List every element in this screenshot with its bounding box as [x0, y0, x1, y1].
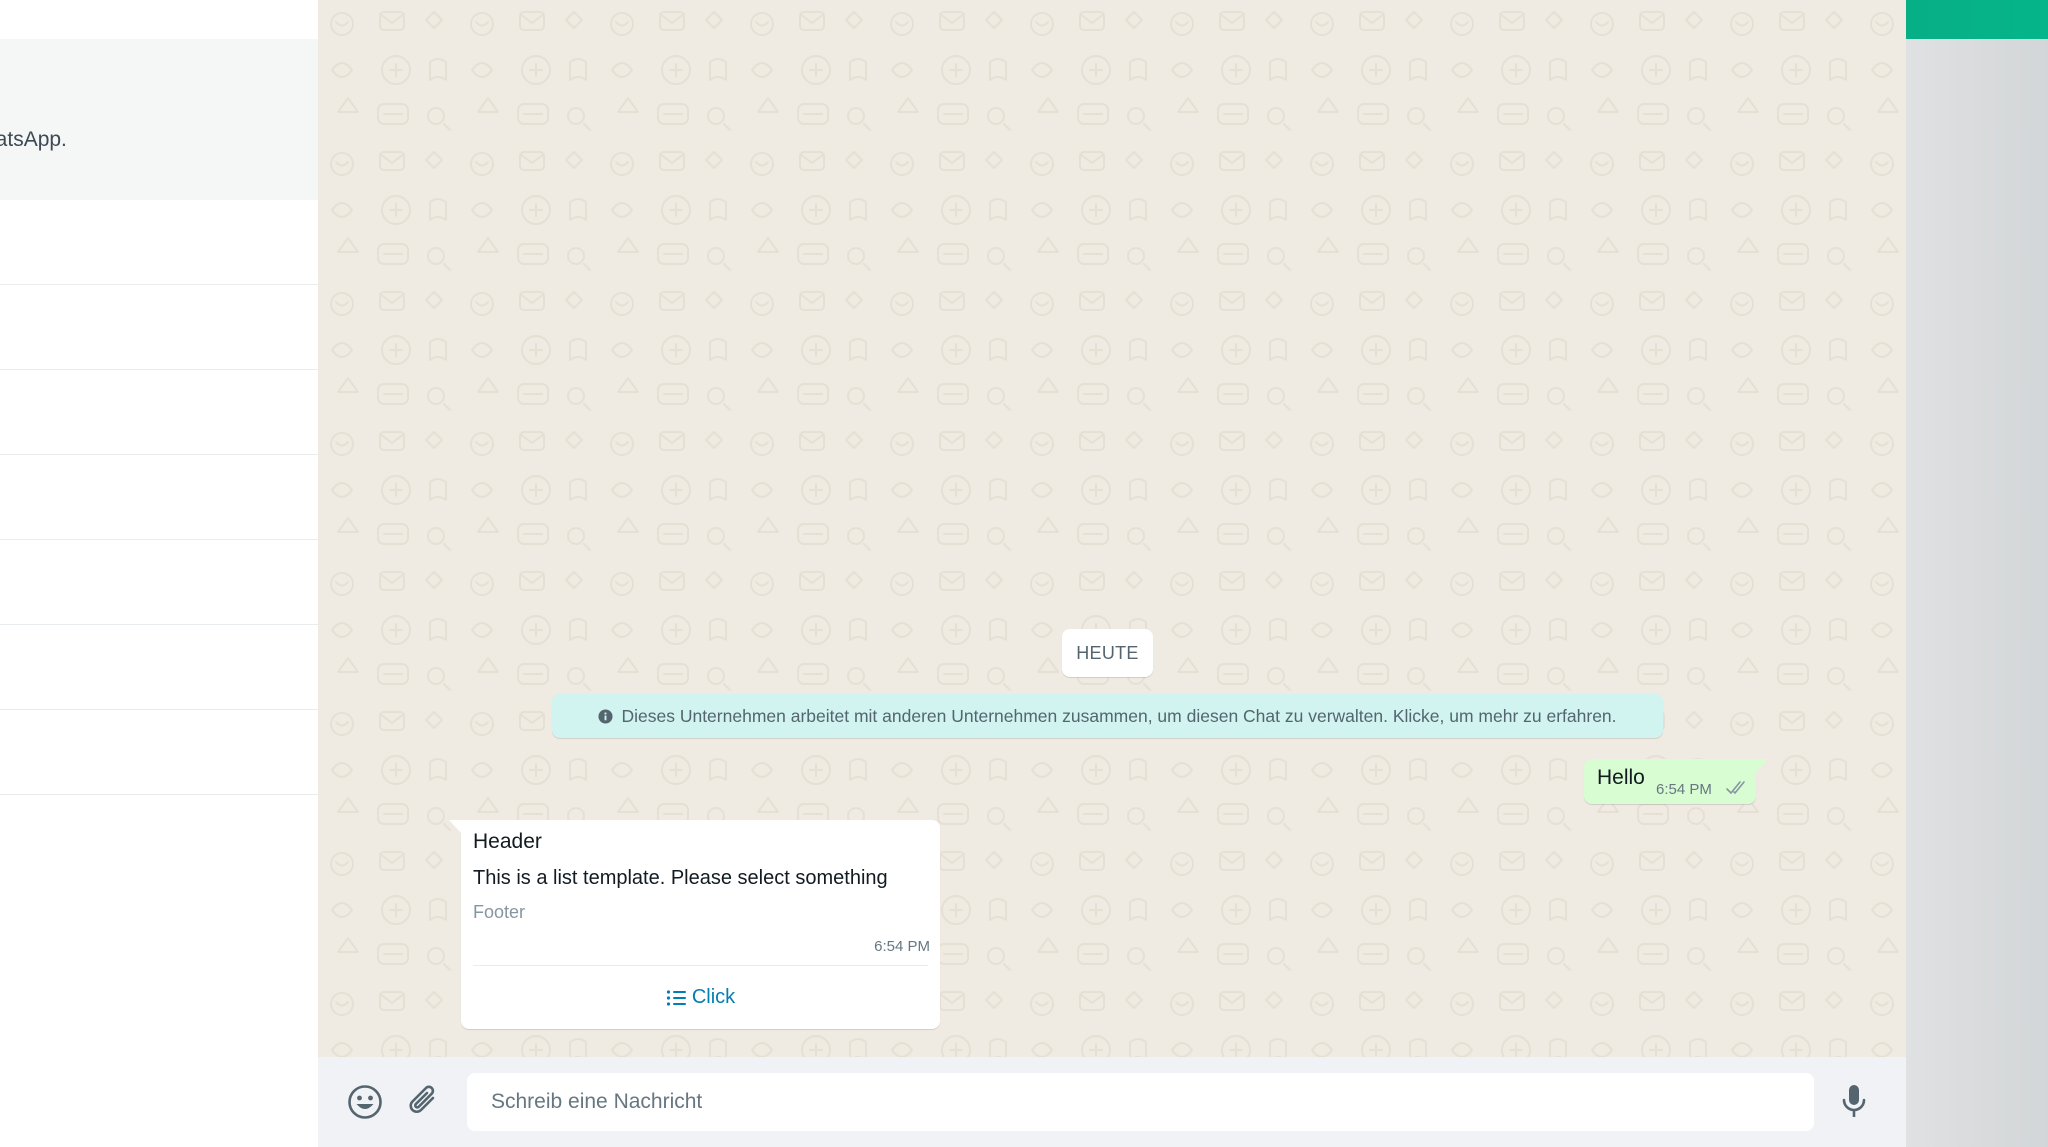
incoming-bubble-tail [449, 820, 461, 833]
business-info-notice[interactable]: Dieses Unternehmen arbeitet mit anderen … [552, 694, 1663, 738]
list-icon [666, 989, 686, 1006]
chat-list-item[interactable] [0, 625, 318, 710]
double-check-icon [1726, 781, 1745, 794]
business-info-notice-text: Dieses Unternehmen arbeitet mit anderen … [621, 705, 1617, 726]
message-body: This is a list template. Please select s… [473, 867, 888, 889]
chat-list-item[interactable] [0, 455, 318, 540]
chat-list-item[interactable] [0, 540, 318, 625]
info-icon [598, 708, 613, 724]
date-divider: HEUTE [1062, 629, 1153, 677]
chat-list-item[interactable] [0, 710, 318, 795]
message-input[interactable] [467, 1073, 1814, 1131]
list-action-label: Click [691, 986, 736, 1008]
microphone-icon[interactable] [1839, 1083, 1869, 1119]
outgoing-message[interactable]: Hello 6:54 PM [1584, 759, 1756, 804]
list-action-button[interactable]: Click [461, 966, 940, 1029]
outgoing-bubble-tail [1756, 759, 1768, 772]
paperclip-icon[interactable] [406, 1083, 440, 1119]
sidebar-notice-panel: hatsApp. [0, 39, 318, 200]
chat-list-item[interactable] [0, 200, 318, 285]
sidebar: hatsApp. [0, 0, 319, 1147]
right-background [1906, 39, 2048, 1147]
outgoing-message-time: 6:54 PM [1656, 781, 1712, 798]
incoming-message-time: 6:54 PM [874, 938, 930, 955]
message-composer [318, 1057, 1906, 1147]
outgoing-message-text: Hello [1597, 766, 1645, 789]
chat-list-item[interactable] [0, 370, 318, 455]
conversation-panel: HEUTE Dieses Unternehmen arbeitet mit an… [318, 0, 1906, 1147]
whatsapp-web-window: hatsApp. [0, 0, 2048, 1147]
incoming-list-message: Header This is a list template. Please s… [461, 820, 940, 1029]
chat-list-item[interactable] [0, 285, 318, 370]
message-footer: Footer [473, 902, 526, 922]
sidebar-notice-text: hatsApp. [0, 128, 67, 151]
message-header: Header [473, 830, 542, 853]
emoji-icon[interactable] [347, 1084, 383, 1120]
